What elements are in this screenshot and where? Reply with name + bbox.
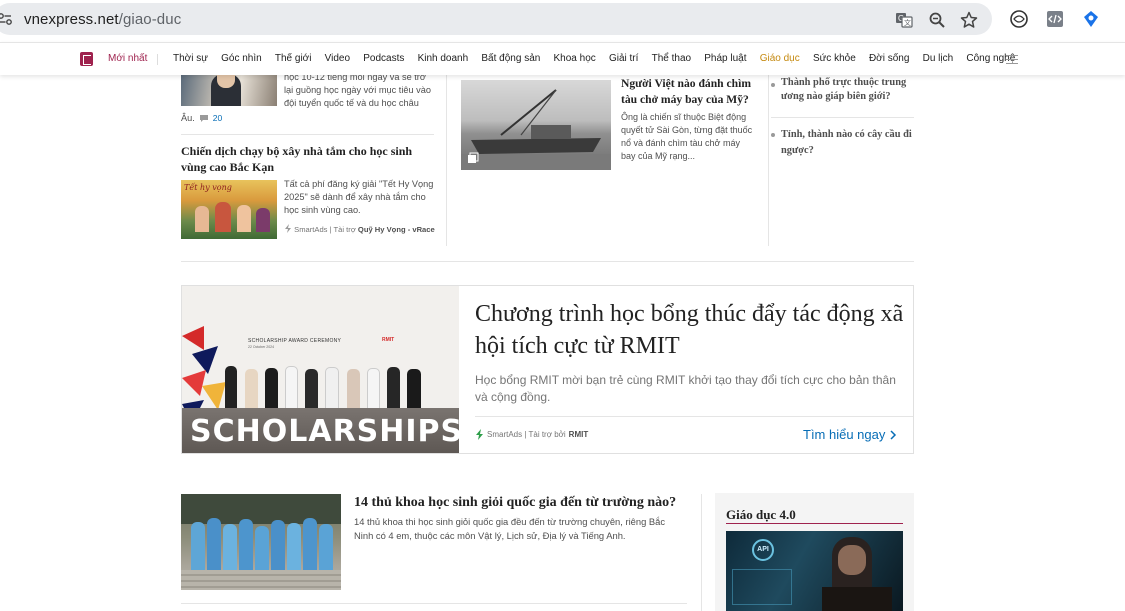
url-text[interactable]: vnexpress.net/giao-duc [24,11,181,28]
column-divider [701,494,702,611]
sponsor-name[interactable]: RMIT [569,430,589,439]
comment-count[interactable]: 20 [213,112,222,125]
snippet-line: lại guồng học ngày với mục tiêu vào [284,85,431,95]
ship-illustration [461,89,611,170]
translate-icon[interactable]: G 文 [895,11,913,29]
column-divider [768,74,769,246]
divider [181,134,434,135]
nav-item[interactable]: Giải trí [609,53,638,64]
nav-item[interactable]: Pháp luật [704,53,746,64]
nav-category-list: Thời sự Góc nhìn Thế giới Video Podcasts Kinh… [173,53,1029,64]
code-extension-icon[interactable] [1045,9,1065,29]
snippet-line: đội tuyển quốc tế và du học châu [284,98,419,108]
nav-newest[interactable]: Mới nhất [108,53,147,64]
nav-item[interactable]: Giáo dục [760,53,800,64]
sponsor-line: SmartAds | Tài trợ Quỹ Hy Vọng - vRace [284,224,436,236]
article-title[interactable]: 14 thủ khoa học sinh giỏi quốc gia đến t… [354,494,694,512]
extension-icon[interactable] [1009,9,1029,29]
nav-item[interactable]: Video [325,53,350,64]
rmit-scholarship-image[interactable]: SCHOLARSHIP AWARD CEREMONY 22 October 20… [182,286,459,453]
nav-item[interactable]: Khoa học [554,53,596,64]
site-navigation: Mới nhất Thời sự Góc nhìn Thế giới Video Pod… [0,42,1125,75]
image-heading: SCHOLARSHIP AWARD CEREMONY [248,338,342,344]
site-info-icon[interactable] [0,13,12,25]
bullet [771,83,777,89]
student-figures [191,516,333,570]
article-snippet: học 10-12 tiếng mỗi ngày và se trở lại g… [284,71,434,110]
ad-title[interactable]: Chương trình học bổng thúc đẩy tác động … [475,298,905,362]
article-description: 14 thủ khoa thi học sinh giỏi quốc gia đ… [354,516,666,541]
vnexpress-logo-icon[interactable] [80,52,93,66]
column-divider [446,74,447,246]
nav-divider [157,54,158,65]
nav-item[interactable]: Du lịch [923,53,954,64]
ad-description: Học bổng RMIT mời bạn trẻ cùng RMIT khởi… [475,373,896,404]
sponsor-prefix: SmartAds | Tài trợ bởi [487,430,566,439]
nav-item[interactable]: Thế giới [275,53,312,64]
photo-gallery-icon [468,152,479,163]
smartads-bolt-icon [285,224,291,233]
nav-item[interactable]: Đời sống [869,53,909,64]
title-underline [726,523,903,524]
svg-text:文: 文 [904,18,911,27]
tag-extension-icon[interactable] [1081,9,1101,29]
nav-item[interactable]: Thể thao [652,53,691,64]
student-thumbnail[interactable] [181,74,277,106]
divider [771,117,914,118]
chevron-right-icon [890,430,897,440]
section-divider [181,261,914,262]
browser-toolbar: vnexpress.net/giao-duc G 文 [0,0,1125,40]
nav-item[interactable]: Góc nhìn [221,53,262,64]
divider [475,416,913,417]
divider [181,603,687,604]
education-4-0-box: Giáo dục 4.0 API [715,493,914,611]
learn-more-link[interactable]: Tìm hiểu ngay [803,427,897,442]
article-title[interactable]: Người Việt nào đánh chìm tàu chở máy bay… [621,76,761,107]
article-description: Ông là chiến sĩ thuộc Biệt động quyết tử… [621,112,753,161]
tech-thumbnail[interactable]: API [726,531,903,611]
sponsored-ad-card[interactable]: SCHOLARSHIP AWARD CEREMONY 22 October 20… [181,285,914,454]
article-description: Tất cả phí đăng ký giải "Tết Hy Vọng 202… [284,179,434,215]
nav-item[interactable]: Kinh doanh [418,53,469,64]
bookmark-star-icon[interactable] [960,11,978,29]
api-badge: API [752,539,774,561]
sponsor-name[interactable]: Quỹ Hy Vọng - vRace [358,225,435,234]
charity-run-thumbnail[interactable]: Tết hy vọng [181,180,277,239]
ship-thumbnail[interactable] [461,80,611,170]
hamburger-menu-icon[interactable] [1006,55,1018,64]
article-title[interactable]: Chiến dịch chạy bộ xây nhà tắm cho học s… [181,143,437,175]
snippet-tail-row: Âu. 20 [181,112,222,125]
related-link[interactable]: Thành phố trực thuộc trung ương nào giáp… [781,76,916,104]
nav-item[interactable]: Thời sự [173,53,208,64]
nav-item[interactable]: Bất động sản [481,53,540,64]
zoom-icon[interactable] [928,11,946,29]
nav-item[interactable]: Podcasts [363,53,404,64]
thumbnail-caption: Tết hy vọng [184,183,232,192]
sponsor-prefix: SmartAds | Tài trợ [294,225,356,234]
students-group-thumbnail[interactable] [181,494,341,590]
address-bar[interactable]: vnexpress.net/giao-duc G 文 [0,3,992,35]
url-host: vnexpress.net [24,11,119,28]
image-logo: RMIT [382,337,395,343]
image-date: 22 October 2024 [248,345,275,349]
image-banner-text: SCHOLARSHIPS [190,414,459,449]
comment-icon[interactable] [199,114,209,123]
learn-more-label: Tìm hiểu ngay [803,427,886,442]
snippet-tail: Âu. [181,113,195,123]
bullet [771,133,777,139]
url-path: /giao-duc [118,11,182,28]
section-title[interactable]: Giáo dục 4.0 [726,507,796,523]
steps [181,570,341,590]
ad-sponsor-line: SmartAds | Tài trợ bởi RMIT [475,429,588,440]
related-link[interactable]: Tỉnh, thành nào có cây cầu đi ngược? [781,127,916,158]
nav-item[interactable]: Sức khỏe [813,53,856,64]
smartads-bolt-icon [476,429,483,440]
